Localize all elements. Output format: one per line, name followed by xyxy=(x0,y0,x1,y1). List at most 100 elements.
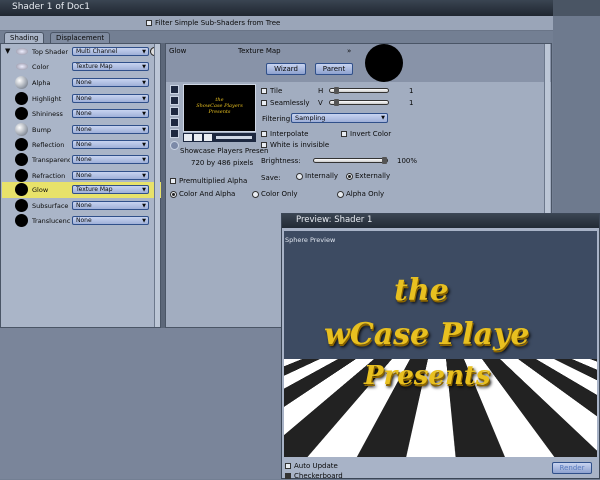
render-button[interactable]: Render xyxy=(552,462,592,474)
save-internally-radio[interactable]: Internally xyxy=(296,172,338,180)
loop-icon[interactable] xyxy=(204,134,212,141)
auto-update-checkbox[interactable]: Auto Update xyxy=(285,462,338,470)
color-only-radio[interactable]: Color Only xyxy=(252,190,298,198)
shader-type: Texture Map xyxy=(238,47,281,55)
filter-checkbox[interactable]: Filter Simple Sub-Shaders from Tree xyxy=(146,19,280,27)
tile-v-slider[interactable] xyxy=(329,99,389,106)
channel-select[interactable]: None ▼ xyxy=(72,155,149,164)
alpha-only-radio[interactable]: Alpha Only xyxy=(337,190,384,198)
channel-row-shininess[interactable]: Shininess None ▼ xyxy=(2,106,161,121)
preview-text-line: Presents xyxy=(364,361,491,391)
channel-select[interactable]: None ▼ xyxy=(72,125,149,134)
window-title: Shader 1 of Doc1 xyxy=(12,2,90,12)
channel-select[interactable]: None ▼ xyxy=(72,171,149,180)
alpha-sphere-icon xyxy=(15,76,28,89)
tile-h-value: 1 xyxy=(409,87,414,95)
wizard-button[interactable]: Wizard xyxy=(266,63,306,75)
channel-label: Color xyxy=(32,63,49,71)
channel-label: Bump xyxy=(32,126,52,134)
channel-label: Subsurface Sc xyxy=(32,202,70,210)
channel-label: Top Shader xyxy=(32,48,69,56)
save-externally-radio[interactable]: Externally xyxy=(346,172,390,180)
expand-chevron-icon[interactable]: » xyxy=(347,47,351,55)
seamless-checkbox[interactable]: Seamlessly xyxy=(261,99,310,107)
channel-row-transparency[interactable]: Transparency None▼ xyxy=(2,152,161,167)
toolbar: Filter Simple Sub-Shaders from Tree xyxy=(0,16,553,31)
rotate-icon[interactable] xyxy=(170,129,179,138)
tile-axis-label: H xyxy=(318,87,324,95)
invert-color-checkbox[interactable]: Invert Color xyxy=(341,130,391,138)
channel-row-color[interactable]: Color Texture Map ▼ xyxy=(2,59,161,74)
tile-checkbox[interactable]: Tile xyxy=(261,87,282,95)
movie-controls xyxy=(183,133,256,142)
preview-title: Preview: Shader 1 xyxy=(296,215,373,225)
brightness-slider[interactable] xyxy=(313,157,388,164)
filtering-label: Filtering: xyxy=(262,115,293,123)
channel-label: Reflection xyxy=(32,141,65,149)
preview-window: Preview: Shader 1 Sphere Preview the wCa… xyxy=(281,213,600,480)
color-and-alpha-radio[interactable]: Color And Alpha xyxy=(170,190,235,198)
channel-row-subsurface[interactable]: Subsurface Sc None▼ xyxy=(2,198,161,213)
brightness-value: 100% xyxy=(397,157,418,165)
translucency-sphere-icon xyxy=(15,214,28,227)
channel-select[interactable]: Multi Channel ▼ xyxy=(72,47,149,56)
left-scrollbar[interactable] xyxy=(154,44,160,327)
channel-select[interactable]: None ▼ xyxy=(72,109,149,118)
premultiplied-alpha-checkbox[interactable]: Premultiplied Alpha xyxy=(170,177,247,185)
image-name: Showcase Players Presen xyxy=(180,147,269,155)
refraction-sphere-icon xyxy=(15,169,28,182)
white-invisible-checkbox[interactable]: White is invisible xyxy=(261,141,329,149)
channel-name: Glow xyxy=(169,47,187,55)
channel-label: Refraction xyxy=(32,172,66,180)
channel-row-reflection[interactable]: Reflection None ▼ xyxy=(2,137,161,152)
tab-shading[interactable]: Shading xyxy=(4,32,45,43)
sphere-preview-area: the wCase Playe Presents xyxy=(284,231,597,457)
tile-h-slider[interactable] xyxy=(329,87,389,94)
channel-row-glow[interactable]: Glow Texture Map ▼ xyxy=(2,182,161,198)
color-disc-icon xyxy=(16,63,28,70)
preview-text-line: the xyxy=(394,273,449,308)
channel-select[interactable]: Texture Map ▼ xyxy=(72,185,149,194)
channel-select[interactable]: None ▼ xyxy=(72,201,149,210)
title-bar-extension xyxy=(553,0,600,16)
channel-row-alpha[interactable]: Alpha None ▼ xyxy=(2,75,161,90)
channel-row-top-shader[interactable]: ▼ Top Shader Multi Channel ▼ xyxy=(2,44,161,59)
subsurface-sphere-icon xyxy=(15,199,28,212)
open-image-icon[interactable] xyxy=(170,85,179,94)
reflection-sphere-icon xyxy=(15,138,28,151)
channel-row-translucency[interactable]: Translucency None ▼ xyxy=(2,213,161,228)
channel-list-panel: ▼ Top Shader Multi Channel ▼ Color Textur… xyxy=(0,43,161,328)
frame-slider[interactable] xyxy=(216,136,252,139)
channel-row-bump[interactable]: Bump None ▼ xyxy=(2,122,161,137)
channel-row-refraction[interactable]: Refraction None ▼ xyxy=(2,168,161,183)
flip-vertical-icon[interactable] xyxy=(170,107,179,116)
brightness-knob[interactable] xyxy=(382,157,387,164)
channel-select[interactable]: Texture Map ▼ xyxy=(72,62,149,71)
channel-label: Shininess xyxy=(32,110,63,118)
collapse-triangle-icon[interactable]: ▼ xyxy=(5,47,10,55)
preview-area-label: Sphere Preview xyxy=(285,236,336,244)
up-arrow-icon[interactable] xyxy=(170,141,179,150)
channel-label: Glow xyxy=(32,186,49,194)
stop-icon[interactable] xyxy=(194,134,202,141)
parent-button[interactable]: Parent xyxy=(315,63,353,75)
channel-label: Highlight xyxy=(32,95,62,103)
channel-label: Transparency xyxy=(32,156,70,164)
channel-select[interactable]: None ▼ xyxy=(72,140,149,149)
play-icon[interactable] xyxy=(184,134,192,141)
preview-text-line: wCase Playe xyxy=(324,317,530,352)
transparency-sphere-icon xyxy=(15,153,28,166)
shader-preview-sphere xyxy=(365,44,403,82)
channel-select[interactable]: None ▼ xyxy=(72,78,149,87)
filter-label: Filter Simple Sub-Shaders from Tree xyxy=(155,19,281,27)
channel-select[interactable]: None ▼ xyxy=(72,216,149,225)
preview-title-bar[interactable]: Preview: Shader 1 xyxy=(282,214,599,228)
channel-row-highlight[interactable]: Highlight None ▼ xyxy=(2,91,161,106)
filtering-select[interactable]: Sampling ▼ xyxy=(291,113,388,123)
flip-horizontal-icon[interactable] xyxy=(170,118,179,127)
tab-displacement[interactable]: Displacement xyxy=(50,32,111,43)
channel-select[interactable]: None ▼ xyxy=(72,94,149,103)
tab-bar: Shading Displacement xyxy=(0,31,162,43)
interpolate-checkbox[interactable]: Interpolate xyxy=(261,130,308,138)
edit-image-icon[interactable] xyxy=(170,96,179,105)
